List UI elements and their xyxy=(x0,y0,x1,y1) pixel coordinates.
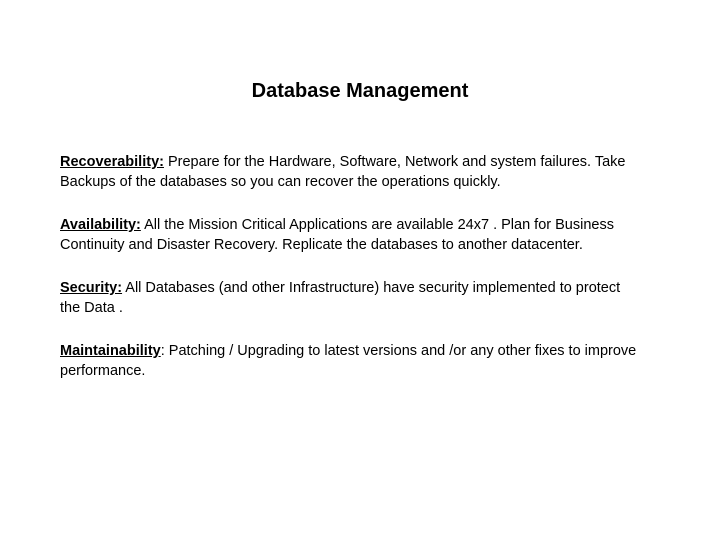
section-heading: Maintainability xyxy=(60,343,161,359)
section-body: All the Mission Critical Applications ar… xyxy=(60,217,614,253)
section-maintainability: Maintainability: Patching / Upgrading to… xyxy=(60,342,660,381)
section-body: All Databases (and other Infrastructure)… xyxy=(60,280,620,316)
section-recoverability: Recoverability: Prepare for the Hardware… xyxy=(60,153,660,192)
section-heading: Availability: xyxy=(60,217,141,233)
slide-container: Database Management Recoverability: Prep… xyxy=(0,0,720,540)
section-security: Security: All Databases (and other Infra… xyxy=(60,279,660,318)
section-availability: Availability: All the Mission Critical A… xyxy=(60,216,660,255)
page-title: Database Management xyxy=(60,80,660,103)
section-heading: Recoverability: xyxy=(60,154,164,170)
section-heading: Security: xyxy=(60,280,122,296)
